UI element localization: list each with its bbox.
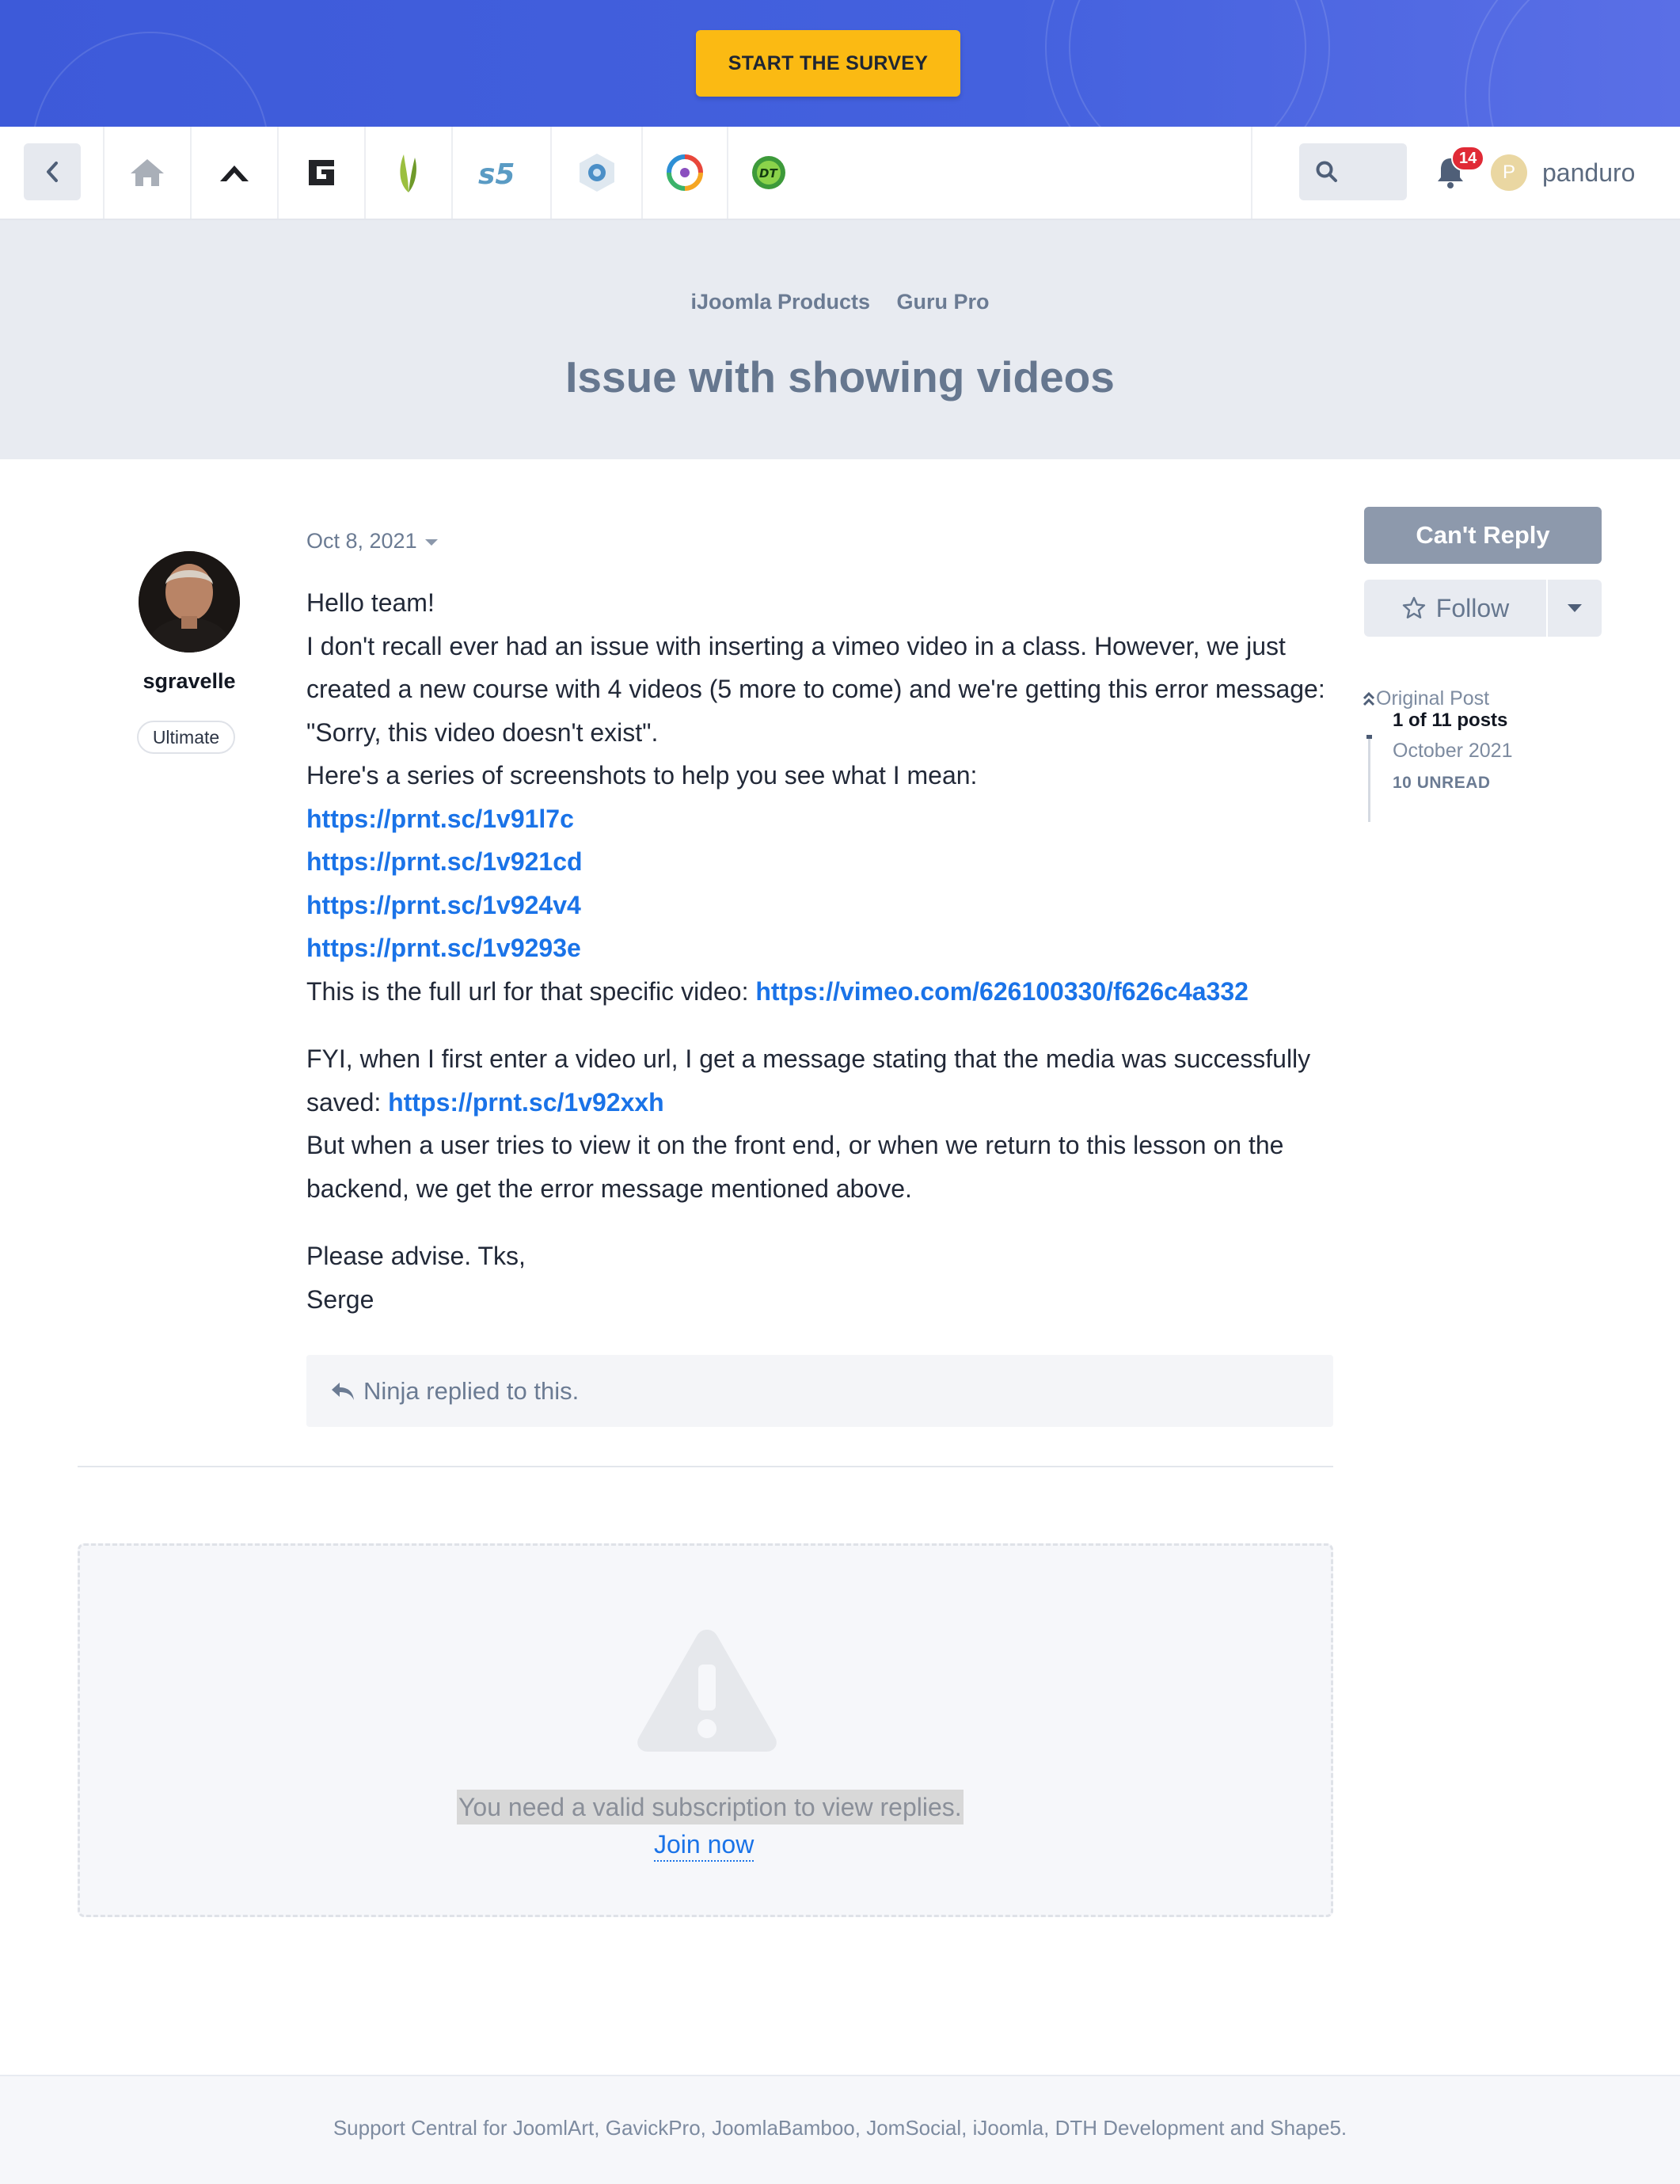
post-separator (78, 1466, 1333, 1467)
cant-reply-button[interactable]: Can't Reply (1364, 507, 1602, 564)
follow-options-dropdown[interactable] (1548, 580, 1602, 637)
breadcrumb: iJoomla Products Guru Pro (0, 290, 1680, 314)
reply-icon (332, 1382, 354, 1400)
screenshot-link-2[interactable]: https://prnt.sc/1v921cd (306, 847, 583, 876)
ijoomla-icon (579, 154, 614, 192)
follow-label: Follow (1435, 593, 1510, 622)
post-paragraph: I don't recall ever had an issue with in… (306, 631, 1325, 747)
follow-button[interactable]: Follow (1364, 580, 1546, 637)
post-signature: Serge (306, 1284, 374, 1314)
caret-down-icon (424, 538, 438, 546)
screenshot-link-1[interactable]: https://prnt.sc/1v91l7c (306, 805, 574, 833)
shape5-icon: s5 (478, 158, 515, 188)
breadcrumb-item-guru-pro[interactable]: Guru Pro (897, 290, 990, 314)
post-body: Hello team! I don't recall ever had an i… (306, 581, 1336, 1321)
screenshot-link-3[interactable]: https://prnt.sc/1v924v4 (306, 891, 581, 919)
subscription-message: You need a valid subscription to view re… (457, 1790, 964, 1824)
nav-gavickpro[interactable] (277, 127, 364, 219)
nav-jomsocial[interactable] (641, 127, 727, 219)
post-date-text: Oct 8, 2021 (306, 529, 417, 553)
post-paragraph: But when a user tries to view it on the … (306, 1131, 1284, 1203)
author-rank-badge: Ultimate (137, 721, 235, 754)
dth-icon: DT (752, 156, 785, 189)
nav-dth[interactable]: DT (727, 127, 809, 219)
restricted-replies-box: You need a valid subscription to view re… (78, 1543, 1333, 1917)
author-name[interactable]: sgravelle (111, 669, 268, 694)
gavickpro-icon (309, 160, 334, 185)
double-chevron-up-icon (1363, 691, 1375, 706)
star-icon (1402, 596, 1425, 618)
user-avatar[interactable]: P (1491, 154, 1527, 191)
banner-decoration (1488, 0, 1680, 127)
warning-icon (637, 1630, 777, 1752)
survey-banner: START THE SURVEY (0, 0, 1680, 127)
back-button[interactable] (24, 143, 81, 200)
post-paragraph: Here's a series of screenshots to help y… (306, 761, 978, 790)
start-survey-button[interactable]: START THE SURVEY (696, 30, 960, 97)
nav-divider (1251, 127, 1252, 219)
footer-text: Support Central for JoomlArt, GavickPro,… (333, 2116, 1347, 2140)
home-icon (131, 159, 164, 186)
original-post-label: Original Post (1376, 687, 1490, 710)
join-now-link[interactable]: Join now (654, 1828, 754, 1862)
back-icon (47, 162, 58, 182)
post-line: Hello team! (306, 588, 435, 617)
nav-shape5[interactable]: s5 (451, 127, 550, 219)
timeline-post-count: 1 of 11 posts (1393, 710, 1508, 731)
search-icon (1316, 161, 1337, 182)
banner-decoration (32, 32, 269, 127)
vimeo-link[interactable]: https://vimeo.com/626100330/f626c4a332 (755, 977, 1249, 1006)
author-photo (139, 551, 240, 653)
post-line: Please advise. Tks, (306, 1242, 526, 1270)
post-text: This is the full url for that specific v… (306, 976, 756, 1006)
joomlart-icon (220, 166, 249, 181)
post-date[interactable]: Oct 8, 2021 (306, 529, 438, 554)
notification-badge: 14 (1451, 146, 1485, 171)
nav-joomlabamboo[interactable] (364, 127, 451, 219)
topic-header: iJoomla Products Guru Pro Issue with sho… (0, 220, 1680, 459)
nav-ijoomla[interactable] (550, 127, 641, 219)
username-link[interactable]: panduro (1542, 158, 1635, 188)
screenshot-link-4[interactable]: https://prnt.sc/1v9293e (306, 934, 581, 962)
timeline-unread[interactable]: 10 UNREAD (1393, 774, 1491, 793)
author-avatar[interactable] (139, 551, 240, 653)
replied-notice[interactable]: Ninja replied to this. (306, 1355, 1333, 1427)
footer: Support Central for JoomlArt, GavickPro,… (0, 2075, 1680, 2184)
timeline-handle[interactable] (1366, 735, 1372, 739)
timeline-scrollbar[interactable] (1368, 735, 1370, 822)
nav-home[interactable] (103, 127, 190, 219)
screenshot-link-5[interactable]: https://prnt.sc/1v92xxh (388, 1088, 664, 1117)
page-title: Issue with showing videos (565, 352, 1115, 401)
breadcrumb-item-ijoomla-products[interactable]: iJoomla Products (690, 290, 870, 314)
svg-text:s5: s5 (478, 158, 515, 188)
chevron-down-icon (1568, 604, 1582, 612)
replied-text: Ninja replied to this. (363, 1376, 580, 1405)
top-navigation: s5 DT 14 P panduro (0, 127, 1680, 220)
joomlabamboo-icon (400, 154, 416, 192)
nav-joomlart[interactable] (190, 127, 277, 219)
timeline-month: October 2021 (1393, 740, 1513, 762)
banner-decoration (1069, 0, 1306, 127)
timeline-original-post[interactable]: Original Post (1362, 687, 1489, 710)
search-button[interactable] (1299, 143, 1407, 200)
jomsocial-icon (667, 154, 703, 191)
svg-text:DT: DT (759, 166, 778, 181)
